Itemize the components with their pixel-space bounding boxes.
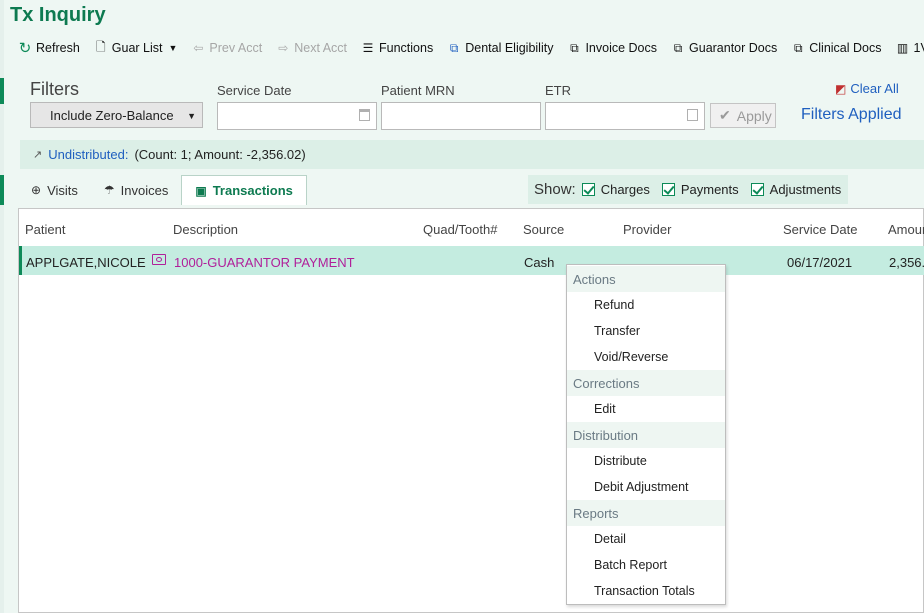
table-row[interactable]: APPLGATE,NICOLE 1000-GUARANTOR PAYMENT C…	[19, 246, 924, 275]
service-date-label: Service Date	[217, 83, 292, 98]
arrow-icon: ↗	[33, 149, 43, 161]
calendar-icon[interactable]	[359, 109, 370, 121]
payment-icon	[152, 254, 166, 265]
prev-acct-button[interactable]: ⇦ Prev Acct	[191, 41, 262, 55]
cell-amount: 2,356.02	[889, 255, 924, 270]
menu-item-debit-adjustment[interactable]: Debit Adjustment	[594, 480, 689, 494]
menu-item-transfer[interactable]: Transfer	[594, 324, 640, 338]
umbrella-icon: ☂	[103, 183, 115, 197]
etr-label: ETR	[545, 83, 571, 98]
undistributed-bar: ↗ Undistributed: (Count: 1; Amount: -2,3…	[20, 140, 924, 169]
column-header-amount[interactable]: Amount	[888, 222, 924, 237]
filters-applied-text: Filters Applied	[801, 106, 902, 123]
column-header-provider[interactable]: Provider	[623, 222, 671, 237]
page-title: Tx Inquiry	[10, 4, 106, 26]
left-edge-tab[interactable]	[0, 78, 4, 104]
column-header-source[interactable]: Source	[523, 222, 564, 237]
apply-button[interactable]: ✔ Apply	[710, 103, 776, 128]
tab-transactions[interactable]: ▣ Transactions	[181, 175, 307, 205]
checkbox-checked-icon	[581, 183, 595, 196]
column-header-description[interactable]: Description	[173, 222, 238, 237]
menu-section-corrections: Corrections	[567, 370, 725, 396]
column-header-quad-tooth[interactable]: Quad/Tooth#	[423, 222, 497, 237]
patient-mrn-label: Patient MRN	[381, 83, 455, 98]
clear-all-link[interactable]: ◩ Clear All	[835, 81, 899, 96]
hospital-icon: ⊕	[31, 183, 42, 197]
arrow-right-icon: ⇨	[278, 41, 289, 55]
column-header-service-date[interactable]: Service Date	[783, 222, 857, 237]
menu-section-distribution: Distribution	[567, 422, 725, 448]
menu-item-distribute[interactable]: Distribute	[594, 454, 647, 468]
dental-eligibility-button[interactable]: ⧉ Dental Eligibility	[447, 40, 554, 56]
column-header-patient[interactable]: Patient	[25, 222, 65, 237]
zero-balance-select-value: Include Zero-Balance	[50, 107, 174, 123]
cell-service-date: 06/17/2021	[787, 255, 853, 270]
zero-balance-select[interactable]: Include Zero-Balance ▼	[30, 102, 203, 128]
tab-invoices[interactable]: ☂ Invoices	[91, 175, 181, 205]
transactions-table: Patient Description Quad/Tooth# Source P…	[18, 208, 924, 613]
payments-checkbox[interactable]: Payments	[661, 182, 739, 197]
etr-input[interactable]	[545, 102, 705, 130]
clinical-docs-button[interactable]: ⧉ Clinical Docs	[791, 40, 882, 56]
eraser-icon: ◩	[835, 81, 847, 96]
menu-item-edit[interactable]: Edit	[594, 402, 616, 416]
arrow-left-icon: ⇦	[193, 41, 204, 55]
building-icon: ▥	[896, 41, 909, 55]
menu-item-refund[interactable]: Refund	[594, 298, 634, 312]
tab-visits[interactable]: ⊕ Visits	[18, 175, 91, 205]
chevron-down-icon: ▼	[168, 43, 178, 53]
eligibility-icon: ⧉	[449, 40, 459, 55]
left-edge-tab[interactable]	[0, 175, 4, 205]
tab-strip: ⊕ Visits ☂ Invoices ▣ Transactions	[18, 175, 307, 205]
checkbox-checked-icon	[750, 183, 764, 196]
money-icon: ▣	[195, 183, 207, 198]
adjustments-checkbox[interactable]: Adjustments	[750, 182, 841, 197]
guarantor-docs-button[interactable]: ⧉ Guarantor Docs	[671, 40, 778, 56]
show-filter-bar: Show: Charges Payments Adjustments	[528, 175, 848, 204]
guarantor-docs-icon: ⧉	[673, 40, 683, 55]
location-button[interactable]: ▥ 1VU - V	[896, 41, 924, 55]
refresh-button[interactable]: ↻ Refresh	[18, 40, 80, 57]
document-icon: 🗋	[95, 39, 106, 54]
chevron-down-icon: ▼	[187, 111, 196, 121]
service-date-input[interactable]	[217, 102, 377, 130]
invoice-docs-button[interactable]: ⧉ Invoice Docs	[567, 40, 657, 56]
menu-section-actions: Actions	[567, 266, 725, 292]
checkbox-checked-icon	[661, 183, 675, 196]
cell-description[interactable]: 1000-GUARANTOR PAYMENT	[174, 255, 355, 270]
functions-button[interactable]: ☰ Functions	[361, 41, 434, 55]
guar-list-button[interactable]: 🗋 Guar List ▼	[94, 39, 178, 56]
list-icon: ☰	[362, 41, 374, 55]
menu-item-void-reverse[interactable]: Void/Reverse	[594, 350, 668, 364]
refresh-icon: ↻	[18, 40, 32, 57]
undistributed-link[interactable]: Undistributed:	[48, 147, 128, 162]
cell-patient: APPLGATE,NICOLE	[26, 255, 146, 270]
menu-section-reports: Reports	[567, 500, 725, 526]
cell-source: Cash	[524, 255, 555, 270]
toolbar: ↻ Refresh 🗋 Guar List ▼ ⇦ Prev Acct ⇨ Ne…	[18, 38, 924, 58]
menu-item-batch-report[interactable]: Batch Report	[594, 558, 667, 572]
menu-item-transaction-totals[interactable]: Transaction Totals	[594, 584, 695, 598]
context-menu: Actions Refund Transfer Void/Reverse Cor…	[566, 264, 726, 605]
patient-mrn-input[interactable]	[381, 102, 541, 130]
menu-item-detail[interactable]: Detail	[594, 532, 626, 546]
clinical-docs-icon: ⧉	[793, 40, 803, 55]
charges-checkbox[interactable]: Charges	[581, 182, 650, 197]
show-label: Show:	[534, 181, 576, 198]
undistributed-summary: (Count: 1; Amount: -2,356.02)	[134, 147, 306, 162]
next-acct-button[interactable]: ⇨ Next Acct	[276, 41, 347, 55]
checkmark-icon: ✔	[719, 107, 731, 123]
calculator-icon[interactable]	[687, 109, 698, 121]
invoice-docs-icon: ⧉	[570, 40, 579, 55]
filters-heading: Filters	[30, 79, 79, 99]
